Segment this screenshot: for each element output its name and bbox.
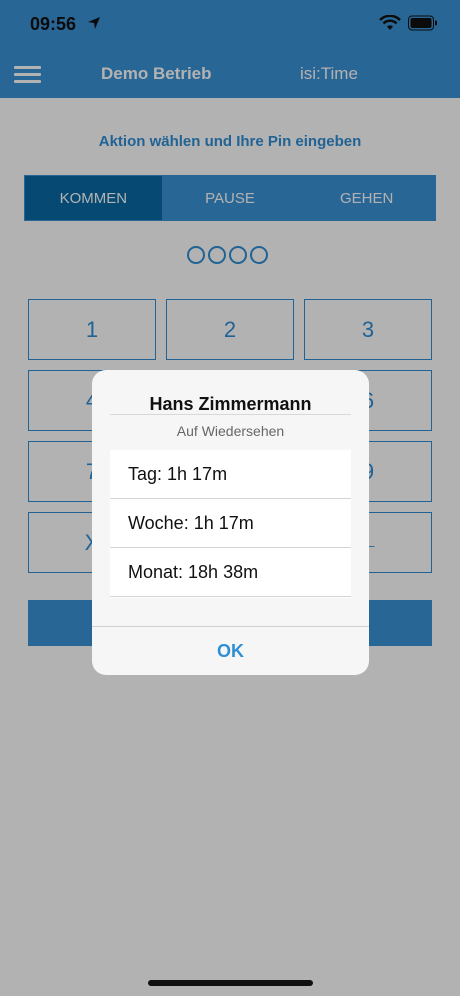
home-indicator[interactable] [148,980,313,986]
alert-row-day: Tag: 1h 17m [110,450,351,499]
alert-dialog: Hans Zimmermann Auf Wiedersehen Tag: 1h … [92,370,369,675]
alert-divider [110,414,351,415]
alert-title: Hans Zimmermann [149,394,312,414]
alert-row-week: Woche: 1h 17m [110,499,351,548]
alert-time-list: Tag: 1h 17m Woche: 1h 17m Monat: 18h 38m [110,450,351,598]
alert-subtitle: Auf Wiedersehen [176,423,285,439]
alert-ok-button[interactable]: OK [92,627,369,675]
alert-row-month: Monat: 18h 38m [110,548,351,597]
